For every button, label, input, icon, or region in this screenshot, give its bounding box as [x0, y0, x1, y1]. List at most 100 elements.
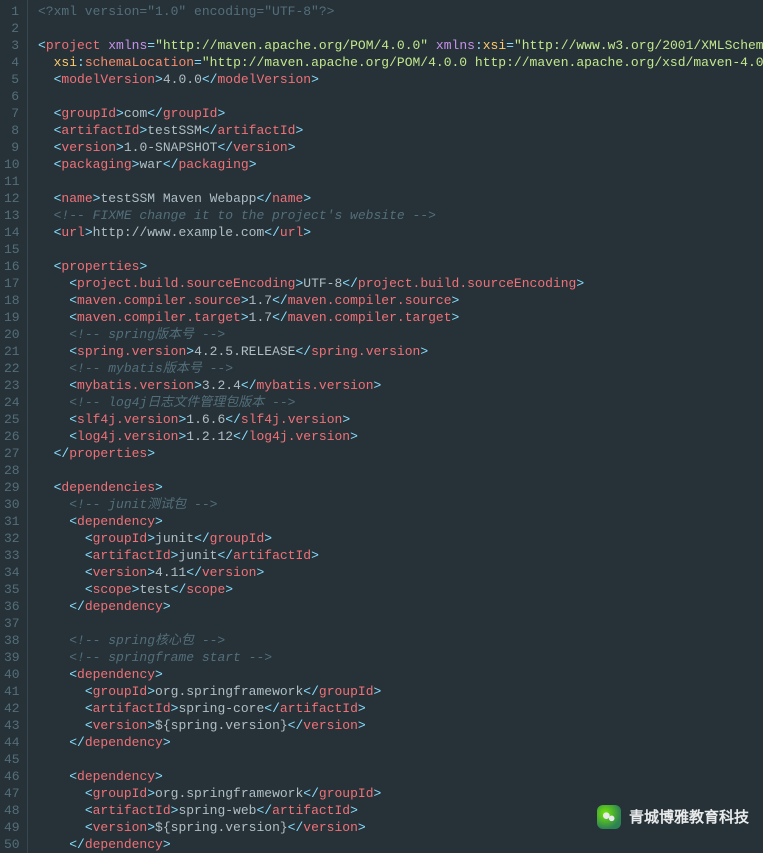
token-text: http://www.example.com	[93, 225, 265, 240]
line-number: 41	[4, 683, 19, 700]
code-line[interactable]: <version>4.11</version>	[38, 564, 763, 581]
code-line[interactable]: <properties>	[38, 258, 763, 275]
code-area[interactable]: <?xml version="1.0" encoding="UTF-8"?><p…	[28, 0, 763, 853]
token-text: 4.2.5.RELEASE	[194, 344, 295, 359]
code-line[interactable]: <name>testSSM Maven Webapp</name>	[38, 190, 763, 207]
code-line[interactable]: <slf4j.version>1.6.6</slf4j.version>	[38, 411, 763, 428]
code-line[interactable]: <groupId>com</groupId>	[38, 105, 763, 122]
code-line[interactable]: <!-- FIXME change it to the project's we…	[38, 207, 763, 224]
token-attr: xmlns	[436, 38, 475, 53]
code-line[interactable]: <!-- mybatis版本号 -->	[38, 360, 763, 377]
code-line[interactable]	[38, 20, 763, 37]
code-line[interactable]	[38, 173, 763, 190]
token-punct: >	[186, 344, 194, 359]
line-number: 49	[4, 819, 19, 836]
code-line[interactable]: <project.build.sourceEncoding>UTF-8</pro…	[38, 275, 763, 292]
token-tag: groupId	[93, 684, 148, 699]
code-line[interactable]: <dependencies>	[38, 479, 763, 496]
token-comment: <!-- log4j日志文件管理包版本 -->	[69, 395, 295, 410]
token-punct: >	[147, 820, 155, 835]
token-text: ${spring.version}	[155, 820, 288, 835]
code-line[interactable]: <version>${spring.version}</version>	[38, 717, 763, 734]
token-tag: project.build.sourceEncoding	[358, 276, 576, 291]
code-line[interactable]: <dependency>	[38, 513, 763, 530]
token-punct: >	[288, 140, 296, 155]
code-line[interactable]: <log4j.version>1.2.12</log4j.version>	[38, 428, 763, 445]
line-number: 16	[4, 258, 19, 275]
line-number: 7	[4, 105, 19, 122]
code-line[interactable]	[38, 751, 763, 768]
token-punct: </	[272, 310, 288, 325]
token-punct: <	[69, 429, 77, 444]
code-line[interactable]	[38, 615, 763, 632]
code-line[interactable]: <!-- spring版本号 -->	[38, 326, 763, 343]
token-tag: dependency	[85, 735, 163, 750]
code-line[interactable]: <!-- junit测试包 -->	[38, 496, 763, 513]
code-line[interactable]: <mybatis.version>3.2.4</mybatis.version>	[38, 377, 763, 394]
code-line[interactable]	[38, 88, 763, 105]
token-punct: <	[69, 310, 77, 325]
code-line[interactable]: <modelVersion>4.0.0</modelVersion>	[38, 71, 763, 88]
token-tag: artifactId	[93, 548, 171, 563]
token-punct: </	[241, 378, 257, 393]
code-line[interactable]: </dependency>	[38, 734, 763, 751]
code-line[interactable]: <dependency>	[38, 666, 763, 683]
code-line[interactable]: </dependency>	[38, 598, 763, 615]
code-line[interactable]: <!-- springframe start -->	[38, 649, 763, 666]
token-tag: scope	[93, 582, 132, 597]
code-line[interactable]	[38, 462, 763, 479]
token-punct: >	[163, 599, 171, 614]
token-punct: <	[69, 293, 77, 308]
code-line[interactable]: <groupId>org.springframework</groupId>	[38, 785, 763, 802]
code-line[interactable]: <dependency>	[38, 768, 763, 785]
token-text: junit	[178, 548, 217, 563]
token-tag: version	[303, 718, 358, 733]
code-line[interactable]: <scope>test</scope>	[38, 581, 763, 598]
token-punct: >	[374, 378, 382, 393]
code-line[interactable]: <groupId>junit</groupId>	[38, 530, 763, 547]
token-punct: </	[264, 225, 280, 240]
token-punct: </	[264, 701, 280, 716]
token-attr: xmlns	[108, 38, 147, 53]
code-line[interactable]: xsi:schemaLocation="http://maven.apache.…	[38, 54, 763, 71]
token-text: 1.7	[249, 310, 272, 325]
line-number: 48	[4, 802, 19, 819]
token-punct: </	[202, 123, 218, 138]
token-tag: artifactId	[233, 548, 311, 563]
token-punct: :	[475, 38, 483, 53]
token-comment: <!-- spring版本号 -->	[69, 327, 225, 342]
code-line[interactable]: <project xmlns="http://maven.apache.org/…	[38, 37, 763, 54]
line-number: 12	[4, 190, 19, 207]
code-line[interactable]: <!-- log4j日志文件管理包版本 -->	[38, 394, 763, 411]
code-line[interactable]: <packaging>war</packaging>	[38, 156, 763, 173]
code-line[interactable]: <version>1.0-SNAPSHOT</version>	[38, 139, 763, 156]
token-punct: >	[358, 820, 366, 835]
token-punct: >	[374, 786, 382, 801]
code-line[interactable]: </dependency>	[38, 836, 763, 853]
code-line[interactable]: </properties>	[38, 445, 763, 462]
code-line[interactable]: <!-- spring核心包 -->	[38, 632, 763, 649]
token-punct: >	[374, 684, 382, 699]
token-text: 1.6.6	[186, 412, 225, 427]
token-tag: artifactId	[272, 803, 350, 818]
code-line[interactable]: <artifactId>testSSM</artifactId>	[38, 122, 763, 139]
code-line[interactable]: <maven.compiler.source>1.7</maven.compil…	[38, 292, 763, 309]
code-line[interactable]	[38, 241, 763, 258]
token-punct: </	[194, 531, 210, 546]
code-line[interactable]: <?xml version="1.0" encoding="UTF-8"?>	[38, 3, 763, 20]
token-punct: >	[295, 123, 303, 138]
line-number: 19	[4, 309, 19, 326]
token-punct: </	[288, 718, 304, 733]
token-punct: <	[85, 531, 93, 546]
token-punct: </	[295, 344, 311, 359]
token-tag: maven.compiler.target	[288, 310, 452, 325]
token-tag: scope	[186, 582, 225, 597]
line-number: 14	[4, 224, 19, 241]
code-line[interactable]: <url>http://www.example.com</url>	[38, 224, 763, 241]
code-line[interactable]: <groupId>org.springframework</groupId>	[38, 683, 763, 700]
token-tag: url	[61, 225, 84, 240]
code-line[interactable]: <artifactId>junit</artifactId>	[38, 547, 763, 564]
code-line[interactable]: <spring.version>4.2.5.RELEASE</spring.ve…	[38, 343, 763, 360]
code-line[interactable]: <artifactId>spring-core</artifactId>	[38, 700, 763, 717]
code-line[interactable]: <maven.compiler.target>1.7</maven.compil…	[38, 309, 763, 326]
